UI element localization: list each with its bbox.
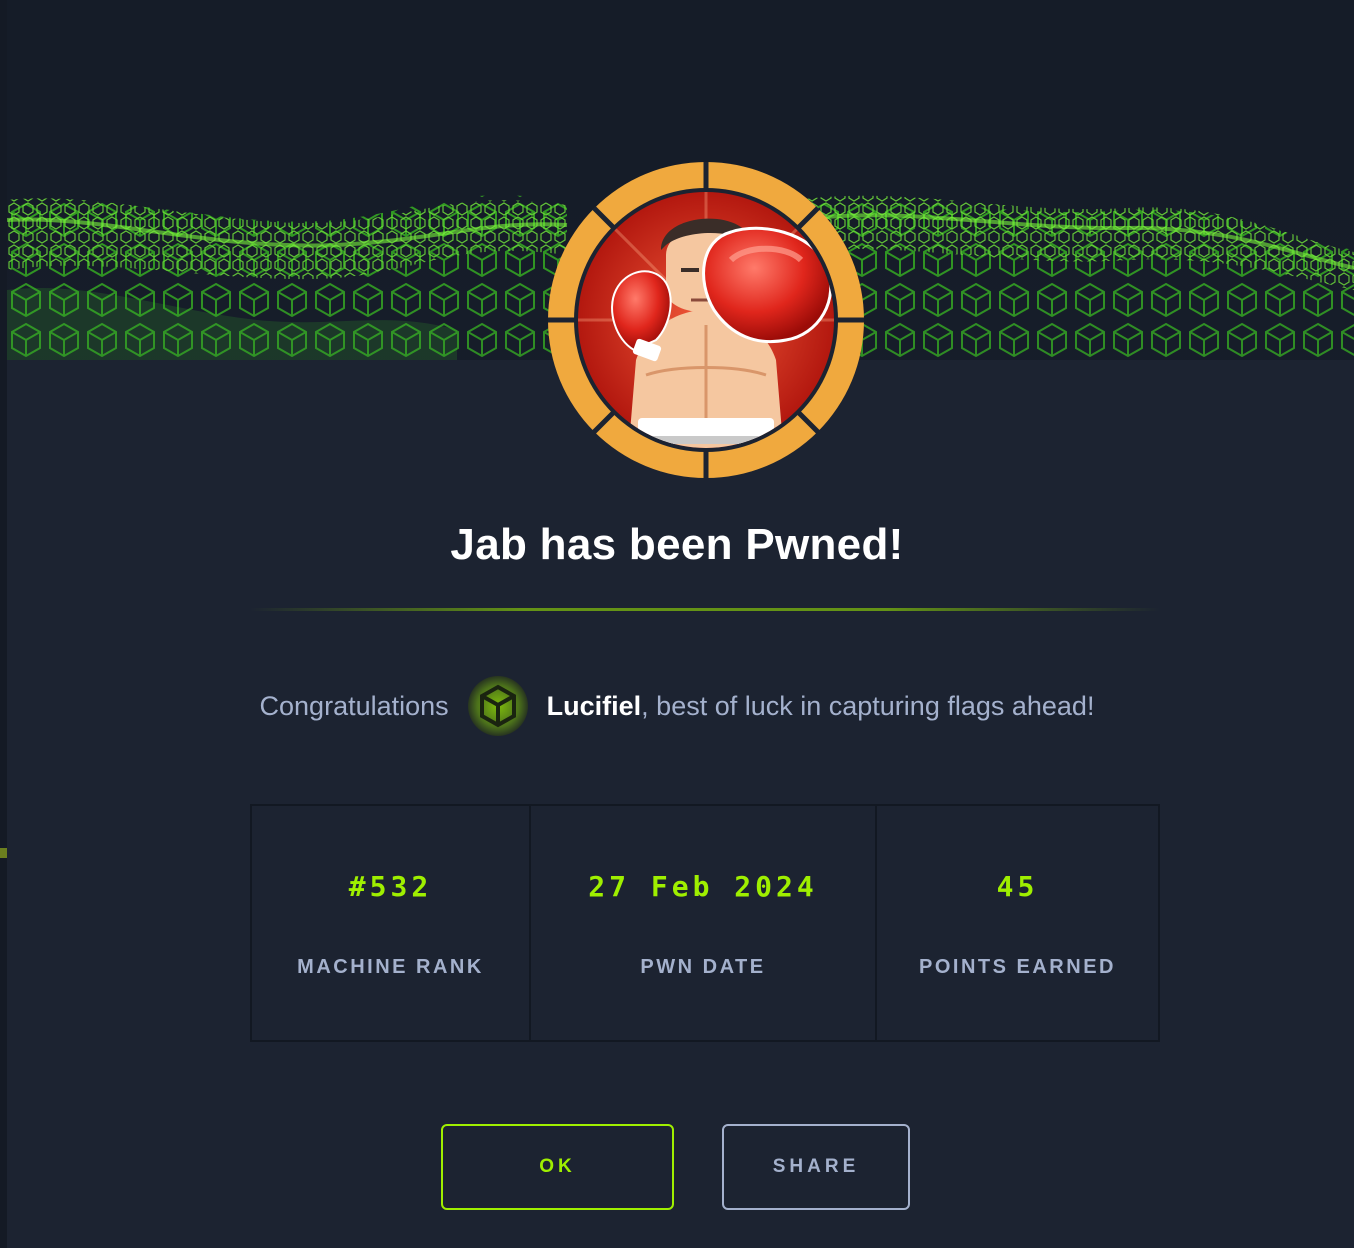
pwn-date-value: 27 Feb 2024 (588, 870, 818, 903)
stat-points-earned: 45 POINTS EARNED (877, 806, 1158, 1040)
pwned-modal-page: Jab has been Pwned! Congratulations Luci… (0, 0, 1354, 1248)
share-button[interactable]: SHARE (722, 1124, 910, 1210)
congrats-prefix: Congratulations (259, 690, 449, 721)
points-earned-value: 45 (996, 870, 1039, 903)
backdrop-edge-mark (0, 848, 7, 858)
page-title: Jab has been Pwned! (450, 520, 904, 569)
machine-rank-label: MACHINE RANK (297, 956, 484, 978)
backdrop-left-edge (0, 0, 7, 1248)
boxer-machine-avatar-icon (548, 162, 864, 478)
congrats-suffix: , best of luck in capturing flags ahead! (641, 690, 1095, 721)
pwn-date-label: PWN DATE (640, 956, 766, 978)
green-cube-user-avatar-icon (467, 676, 528, 736)
title-divider (250, 608, 1160, 611)
congratulations-message: Congratulations Lucifiel , best of luck … (0, 676, 1354, 736)
username[interactable]: Lucifiel (547, 691, 642, 722)
stat-machine-rank: #532 MACHINE RANK (252, 806, 531, 1040)
stat-pwn-date: 27 Feb 2024 PWN DATE (531, 806, 877, 1040)
points-earned-label: POINTS EARNED (919, 956, 1116, 978)
pwn-stats-table: #532 MACHINE RANK 27 Feb 2024 PWN DATE 4… (250, 804, 1160, 1042)
machine-rank-value: #532 (348, 870, 433, 903)
ok-button[interactable]: OK (441, 1124, 674, 1210)
